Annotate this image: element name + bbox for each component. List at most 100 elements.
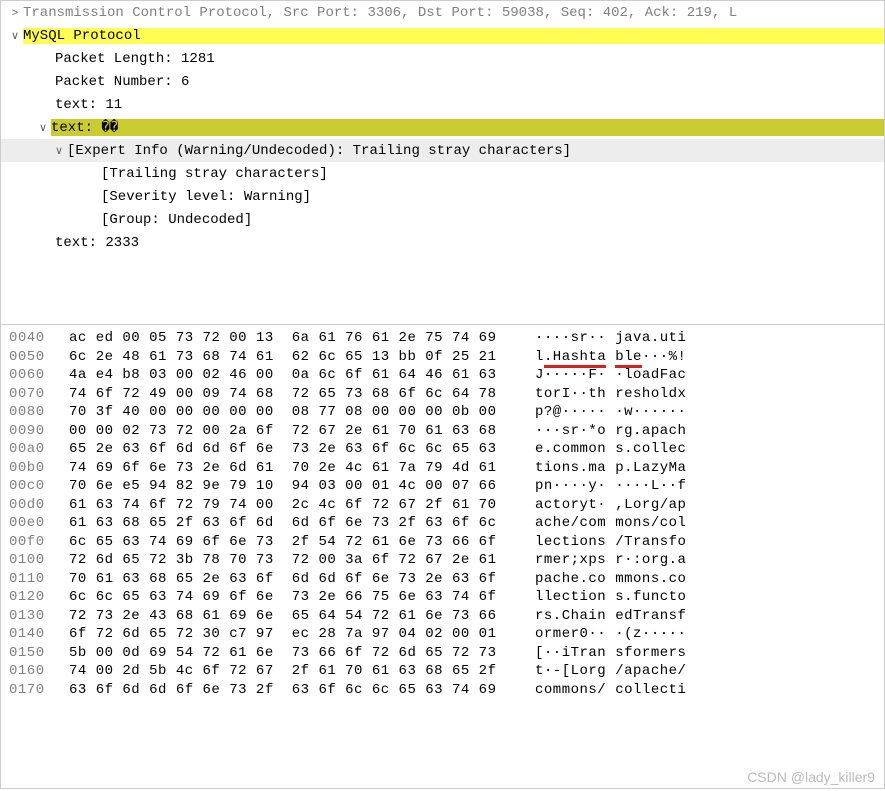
hex-bytes: 65 2e 63 6f 6d 6d 6f 6e73 2e 63 6f 6c 6c…: [59, 441, 507, 460]
hex-offset: 0160: [1, 663, 59, 682]
hex-offset: 0110: [1, 571, 59, 590]
packet-number-row[interactable]: Packet Number: 6: [1, 70, 884, 93]
hex-ascii: pn····y·····L··f: [507, 478, 686, 497]
collapse-icon[interactable]: ∨: [35, 121, 51, 134]
hex-bytes: 72 73 2e 43 68 61 69 6e65 64 54 72 61 6e…: [59, 608, 507, 627]
hex-offset: 0130: [1, 608, 59, 627]
hex-bytes: 63 6f 6d 6d 6f 6e 73 2f63 6f 6c 6c 65 63…: [59, 682, 507, 701]
hex-offset: 00b0: [1, 460, 59, 479]
hex-row[interactable]: 00604a e4 b8 03 00 02 46 000a 6c 6f 61 6…: [1, 367, 884, 386]
hex-ascii: pache.commons.co: [507, 571, 686, 590]
hex-offset: 0040: [1, 330, 59, 349]
collapse-icon[interactable]: ∨: [51, 144, 67, 157]
hex-row[interactable]: 017063 6f 6d 6d 6f 6e 73 2f63 6f 6c 6c 6…: [1, 682, 884, 701]
hex-row[interactable]: 01505b 00 0d 69 54 72 61 6e73 66 6f 72 6…: [1, 645, 884, 664]
hex-ascii: actoryt·,Lorg/ap: [507, 497, 686, 516]
hex-offset: 00e0: [1, 515, 59, 534]
packet-length-label: Packet Length: 1281: [55, 51, 215, 67]
hex-bytes: 4a e4 b8 03 00 02 46 000a 6c 6f 61 64 46…: [59, 367, 507, 386]
expert-info-row[interactable]: ∨ [Expert Info (Warning/Undecoded): Trai…: [1, 139, 884, 162]
trailing-row[interactable]: [Trailing stray characters]: [1, 162, 884, 185]
hex-ascii: commons/collecti: [507, 682, 686, 701]
hex-row[interactable]: 00a065 2e 63 6f 6d 6d 6f 6e73 2e 63 6f 6…: [1, 441, 884, 460]
hex-offset: 0070: [1, 386, 59, 405]
hex-bytes: 6c 2e 48 61 73 68 74 6162 6c 65 13 bb 0f…: [59, 349, 507, 368]
tcp-row[interactable]: > Transmission Control Protocol, Src Por…: [1, 1, 884, 24]
hex-bytes: 6f 72 6d 65 72 30 c7 97ec 28 7a 97 04 02…: [59, 626, 507, 645]
hex-offset: 00f0: [1, 534, 59, 553]
hex-bytes: 6c 6c 65 63 74 69 6f 6e73 2e 66 75 6e 63…: [59, 589, 507, 608]
hex-ascii: ache/commons/col: [507, 515, 686, 534]
hex-row[interactable]: 00d061 63 74 6f 72 79 74 002c 4c 6f 72 6…: [1, 497, 884, 516]
hex-row[interactable]: 00c070 6e e5 94 82 9e 79 1094 03 00 01 4…: [1, 478, 884, 497]
hex-row[interactable]: 0040ac ed 00 05 73 72 00 136a 61 76 61 2…: [1, 330, 884, 349]
hex-row[interactable]: 01406f 72 6d 65 72 30 c7 97ec 28 7a 97 0…: [1, 626, 884, 645]
mysql-protocol-label: MySQL Protocol: [23, 28, 884, 44]
hex-row[interactable]: 00f06c 65 63 74 69 6f 6e 732f 54 72 61 6…: [1, 534, 884, 553]
hex-ascii: ····sr··java.uti: [507, 330, 686, 349]
hex-ascii: llections.functo: [507, 589, 686, 608]
collapse-icon[interactable]: ∨: [7, 29, 23, 42]
hex-ascii: tions.map.LazyMa: [507, 460, 686, 479]
hex-ascii: torI··thresholdx: [507, 386, 686, 405]
severity-row[interactable]: [Severity level: Warning]: [1, 185, 884, 208]
hex-ascii: rmer;xpsr·:org.a: [507, 552, 686, 571]
hex-offset: 0140: [1, 626, 59, 645]
hex-offset: 0150: [1, 645, 59, 664]
hex-row[interactable]: 00506c 2e 48 61 73 68 74 6162 6c 65 13 b…: [1, 349, 884, 368]
hex-bytes: 70 6e e5 94 82 9e 79 1094 03 00 01 4c 00…: [59, 478, 507, 497]
hex-offset: 00d0: [1, 497, 59, 516]
hex-offset: 00c0: [1, 478, 59, 497]
packet-length-row[interactable]: Packet Length: 1281: [1, 47, 884, 70]
hex-row[interactable]: 013072 73 2e 43 68 61 69 6e65 64 54 72 6…: [1, 608, 884, 627]
hex-offset: 0080: [1, 404, 59, 423]
text-2333-row[interactable]: text: 2333: [1, 231, 884, 254]
severity-label: [Severity level: Warning]: [101, 189, 311, 205]
tcp-label: Transmission Control Protocol, Src Port:…: [23, 5, 737, 21]
hex-row[interactable]: 01206c 6c 65 63 74 69 6f 6e73 2e 66 75 6…: [1, 589, 884, 608]
hex-row[interactable]: 009000 00 02 73 72 00 2a 6f72 67 2e 61 7…: [1, 423, 884, 442]
hex-bytes: 5b 00 0d 69 54 72 61 6e73 66 6f 72 6d 65…: [59, 645, 507, 664]
expand-icon[interactable]: >: [7, 7, 23, 19]
hex-bytes: 00 00 02 73 72 00 2a 6f72 67 2e 61 70 61…: [59, 423, 507, 442]
text-glyph-label: text: ��: [51, 119, 884, 136]
hex-ascii: J·····F··loadFac: [507, 367, 686, 386]
hex-ascii: lections/Transfo: [507, 534, 686, 553]
hex-row[interactable]: 00b074 69 6f 6e 73 2e 6d 6170 2e 4c 61 7…: [1, 460, 884, 479]
hex-offset: 0170: [1, 682, 59, 701]
hex-ascii: ormer0···(z·····: [507, 626, 686, 645]
hex-row[interactable]: 007074 6f 72 49 00 09 74 6872 65 73 68 6…: [1, 386, 884, 405]
hex-row[interactable]: 010072 6d 65 72 3b 78 70 7372 00 3a 6f 7…: [1, 552, 884, 571]
hex-ascii: ···sr·*org.apach: [507, 423, 686, 442]
group-label: [Group: Undecoded]: [101, 212, 252, 228]
hex-row[interactable]: 011070 61 63 68 65 2e 63 6f6d 6d 6f 6e 7…: [1, 571, 884, 590]
hex-row[interactable]: 016074 00 2d 5b 4c 6f 72 672f 61 70 61 6…: [1, 663, 884, 682]
hex-offset: 0120: [1, 589, 59, 608]
packet-details-pane[interactable]: > Transmission Control Protocol, Src Por…: [0, 0, 885, 325]
expert-info-label: [Expert Info (Warning/Undecoded): Traili…: [67, 143, 571, 159]
mysql-protocol-row[interactable]: ∨ MySQL Protocol: [1, 24, 884, 47]
hex-offset: 0100: [1, 552, 59, 571]
packet-bytes-pane[interactable]: 0040ac ed 00 05 73 72 00 136a 61 76 61 2…: [0, 325, 885, 789]
hex-ascii: p?@······w······: [507, 404, 686, 423]
packet-number-label: Packet Number: 6: [55, 74, 189, 90]
group-row[interactable]: [Group: Undecoded]: [1, 208, 884, 231]
hex-offset: 0090: [1, 423, 59, 442]
hex-ascii: [··iTransformers: [507, 645, 686, 664]
hex-bytes: 70 3f 40 00 00 00 00 0008 77 08 00 00 00…: [59, 404, 507, 423]
hex-bytes: 72 6d 65 72 3b 78 70 7372 00 3a 6f 72 67…: [59, 552, 507, 571]
hex-bytes: 6c 65 63 74 69 6f 6e 732f 54 72 61 6e 73…: [59, 534, 507, 553]
hex-bytes: 74 00 2d 5b 4c 6f 72 672f 61 70 61 63 68…: [59, 663, 507, 682]
hex-bytes: 61 63 74 6f 72 79 74 002c 4c 6f 72 67 2f…: [59, 497, 507, 516]
hex-offset: 0060: [1, 367, 59, 386]
hex-row[interactable]: 008070 3f 40 00 00 00 00 0008 77 08 00 0…: [1, 404, 884, 423]
text-11-row[interactable]: text: 11: [1, 93, 884, 116]
text-glyph-row[interactable]: ∨ text: ��: [1, 116, 884, 139]
hex-bytes: ac ed 00 05 73 72 00 136a 61 76 61 2e 75…: [59, 330, 507, 349]
hex-ascii: rs.ChainedTransf: [507, 608, 686, 627]
hex-bytes: 74 69 6f 6e 73 2e 6d 6170 2e 4c 61 7a 79…: [59, 460, 507, 479]
hex-row[interactable]: 00e061 63 68 65 2f 63 6f 6d6d 6f 6e 73 2…: [1, 515, 884, 534]
hex-ascii: t·-[Lorg/apache/: [507, 663, 686, 682]
hex-offset: 00a0: [1, 441, 59, 460]
text-11-label: text: 11: [55, 97, 122, 113]
